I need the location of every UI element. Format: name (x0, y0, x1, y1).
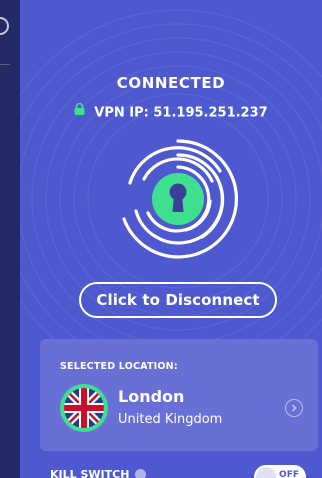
fingerprint-icon[interactable] (116, 137, 240, 261)
location-country: United Kingdom (118, 412, 223, 427)
sidebar-divider (0, 64, 10, 65)
info-icon[interactable] (135, 469, 147, 478)
toggle-state: OFF (279, 470, 299, 478)
sidebar-icon[interactable] (0, 17, 9, 35)
main-panel: CONNECTED VPN IP: 51.195.251.237 Click t… (20, 0, 322, 478)
location-city: London (118, 387, 185, 406)
selected-location-label: SELECTED LOCATION: (60, 361, 178, 372)
sidebar (0, 0, 20, 478)
disconnect-button[interactable]: Click to Disconnect (79, 282, 277, 318)
selected-location-card[interactable]: SELECTED LOCATION: London United Kingdom (40, 339, 318, 451)
kill-switch-label: KILL SWITCH (50, 468, 130, 478)
flag-ring (60, 384, 108, 432)
toggle-knob (256, 467, 276, 478)
kill-switch-row: KILL SWITCH (50, 468, 147, 478)
connection-status: CONNECTED (116, 74, 226, 92)
vpn-ip-label: VPN IP: 51.195.251.237 (94, 105, 268, 121)
vpn-ip-row: VPN IP: 51.195.251.237 (20, 102, 322, 121)
uk-flag-icon (64, 388, 104, 428)
lock-icon (74, 102, 85, 119)
kill-switch-toggle[interactable]: OFF (254, 465, 306, 478)
chevron-right-icon[interactable] (285, 399, 303, 417)
